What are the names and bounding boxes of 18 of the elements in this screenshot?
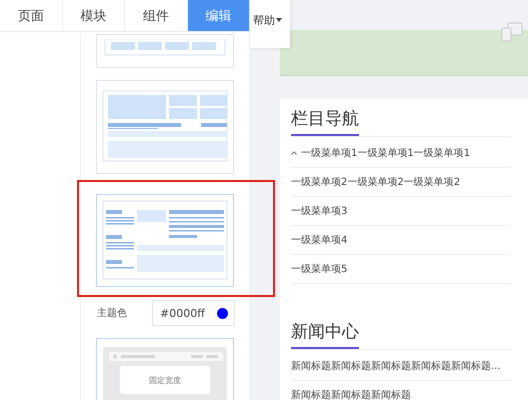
chevron-up-icon — [291, 151, 297, 155]
layout-label: 固定宽度 — [149, 374, 181, 386]
menu-item[interactable]: 一级菜单项3 — [291, 197, 511, 226]
menu-item[interactable]: 一级菜单项5 — [291, 255, 511, 284]
menu-item[interactable]: 一级菜单项4 — [291, 226, 511, 255]
menu-item[interactable]: 一级菜单项2一级菜单项2一级菜单项2 — [291, 168, 511, 197]
template-card[interactable] — [96, 34, 234, 68]
section-heading: 栏目导航 — [291, 107, 359, 136]
color-field[interactable]: #0000ff — [152, 300, 235, 326]
section-heading: 新闻中心 — [291, 320, 359, 349]
news-link[interactable]: 新闻标题新闻标题新闻标题 — [291, 381, 511, 400]
template-card[interactable]: 固定宽度 — [96, 338, 234, 400]
theme-color-label: 主题色 — [97, 306, 128, 320]
caret-icon — [276, 18, 282, 22]
news-link[interactable]: 新闻标题新闻标题新闻标题新闻标题新闻标题... — [291, 352, 511, 381]
help-menu[interactable]: 帮助 — [250, 0, 290, 48]
copy-icon[interactable] — [501, 22, 523, 42]
menu-item[interactable]: 一级菜单项1一级菜单项1一级菜单项1 — [291, 139, 511, 168]
